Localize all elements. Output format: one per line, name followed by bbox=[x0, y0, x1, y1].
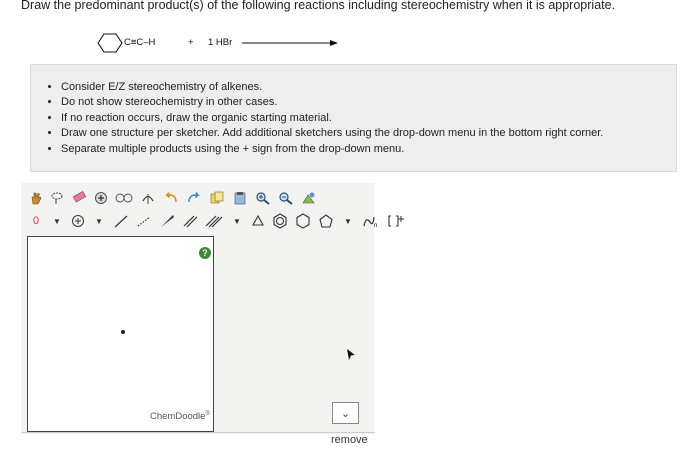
canvas-dot bbox=[121, 330, 125, 334]
lasso-select-icon[interactable] bbox=[48, 189, 66, 207]
hand-icon[interactable] bbox=[27, 189, 45, 207]
drawing-canvas[interactable]: ? ChemDoodle® bbox=[27, 236, 214, 432]
dashed-bond-icon[interactable] bbox=[134, 212, 154, 230]
chemdoodle-sketcher: 0 ▼ ▼ ▼ ▼ n ? ChemDoodle® bbox=[21, 183, 404, 434]
add-sketcher-dropdown[interactable]: ⌄ bbox=[332, 402, 359, 424]
chain-tool-icon[interactable]: n bbox=[360, 212, 382, 230]
instruction-list: Consider E/Z stereochemistry of alkenes.… bbox=[33, 80, 603, 157]
svg-text:n: n bbox=[374, 223, 377, 228]
chevron-down-icon[interactable]: ▼ bbox=[90, 212, 108, 230]
double-bond-icon[interactable] bbox=[180, 212, 200, 230]
settings-icon[interactable] bbox=[299, 189, 319, 207]
clean-icon[interactable] bbox=[113, 189, 135, 207]
question-text: Draw the predominant product(s) of the f… bbox=[21, 0, 616, 12]
sketcher-toolbar-bottom: 0 ▼ ▼ ▼ ▼ n bbox=[27, 211, 407, 231]
remove-link[interactable]: remove bbox=[331, 434, 368, 446]
charge-zero-button[interactable]: 0 bbox=[27, 212, 45, 230]
sketcher-toolbar-top bbox=[27, 188, 319, 208]
divider bbox=[22, 432, 375, 433]
chevron-down-icon: ⌄ bbox=[340, 407, 351, 420]
zoom-in-icon[interactable] bbox=[253, 189, 273, 207]
triple-bond-icon[interactable] bbox=[203, 212, 225, 230]
paste-icon[interactable] bbox=[230, 189, 250, 207]
chemdoodle-brand: ChemDoodle® bbox=[150, 411, 210, 423]
cyclopentane-icon[interactable] bbox=[316, 212, 336, 230]
wedge-bond-icon[interactable] bbox=[157, 212, 177, 230]
undo-icon[interactable] bbox=[161, 189, 181, 207]
instruction-item: Draw one structure per sketcher. Add add… bbox=[61, 126, 603, 141]
cyclohexane-icon[interactable] bbox=[293, 212, 313, 230]
zoom-out-icon[interactable] bbox=[276, 189, 296, 207]
help-icon[interactable]: ? bbox=[199, 247, 211, 259]
chevron-down-icon[interactable]: ▼ bbox=[339, 212, 357, 230]
cyclopropane-icon[interactable] bbox=[249, 212, 267, 230]
flip-icon[interactable] bbox=[138, 189, 158, 207]
copy-icon[interactable] bbox=[207, 189, 227, 207]
instruction-item: Do not show stereochemistry in other cas… bbox=[61, 95, 603, 110]
instruction-item: If no reaction occurs, draw the organic … bbox=[61, 111, 603, 126]
instruction-box: Consider E/Z stereochemistry of alkenes.… bbox=[30, 64, 677, 172]
reagent-label: 1 HBr bbox=[208, 37, 233, 48]
chevron-down-icon[interactable]: ▼ bbox=[228, 212, 246, 230]
reaction-scheme: C≡C–H + 1 HBr bbox=[90, 30, 350, 56]
reaction-arrow-icon bbox=[242, 40, 338, 46]
eraser-icon[interactable] bbox=[69, 189, 89, 207]
redo-icon[interactable] bbox=[184, 189, 204, 207]
chevron-down-icon[interactable]: ▼ bbox=[48, 212, 66, 230]
mouse-cursor-icon bbox=[347, 349, 355, 360]
instruction-item: Consider E/Z stereochemistry of alkenes. bbox=[61, 80, 603, 95]
add-charge-icon[interactable] bbox=[69, 212, 87, 230]
bracket-tool-icon[interactable] bbox=[385, 212, 407, 230]
benzene-icon[interactable] bbox=[270, 212, 290, 230]
clear-icon[interactable] bbox=[92, 189, 110, 207]
alkyne-substituent: C≡C–H bbox=[124, 37, 156, 48]
plus-sign: + bbox=[188, 37, 194, 48]
cyclohexane-ring-icon bbox=[97, 33, 123, 53]
single-bond-icon[interactable] bbox=[111, 212, 131, 230]
instruction-item: Separate multiple products using the + s… bbox=[61, 142, 603, 157]
